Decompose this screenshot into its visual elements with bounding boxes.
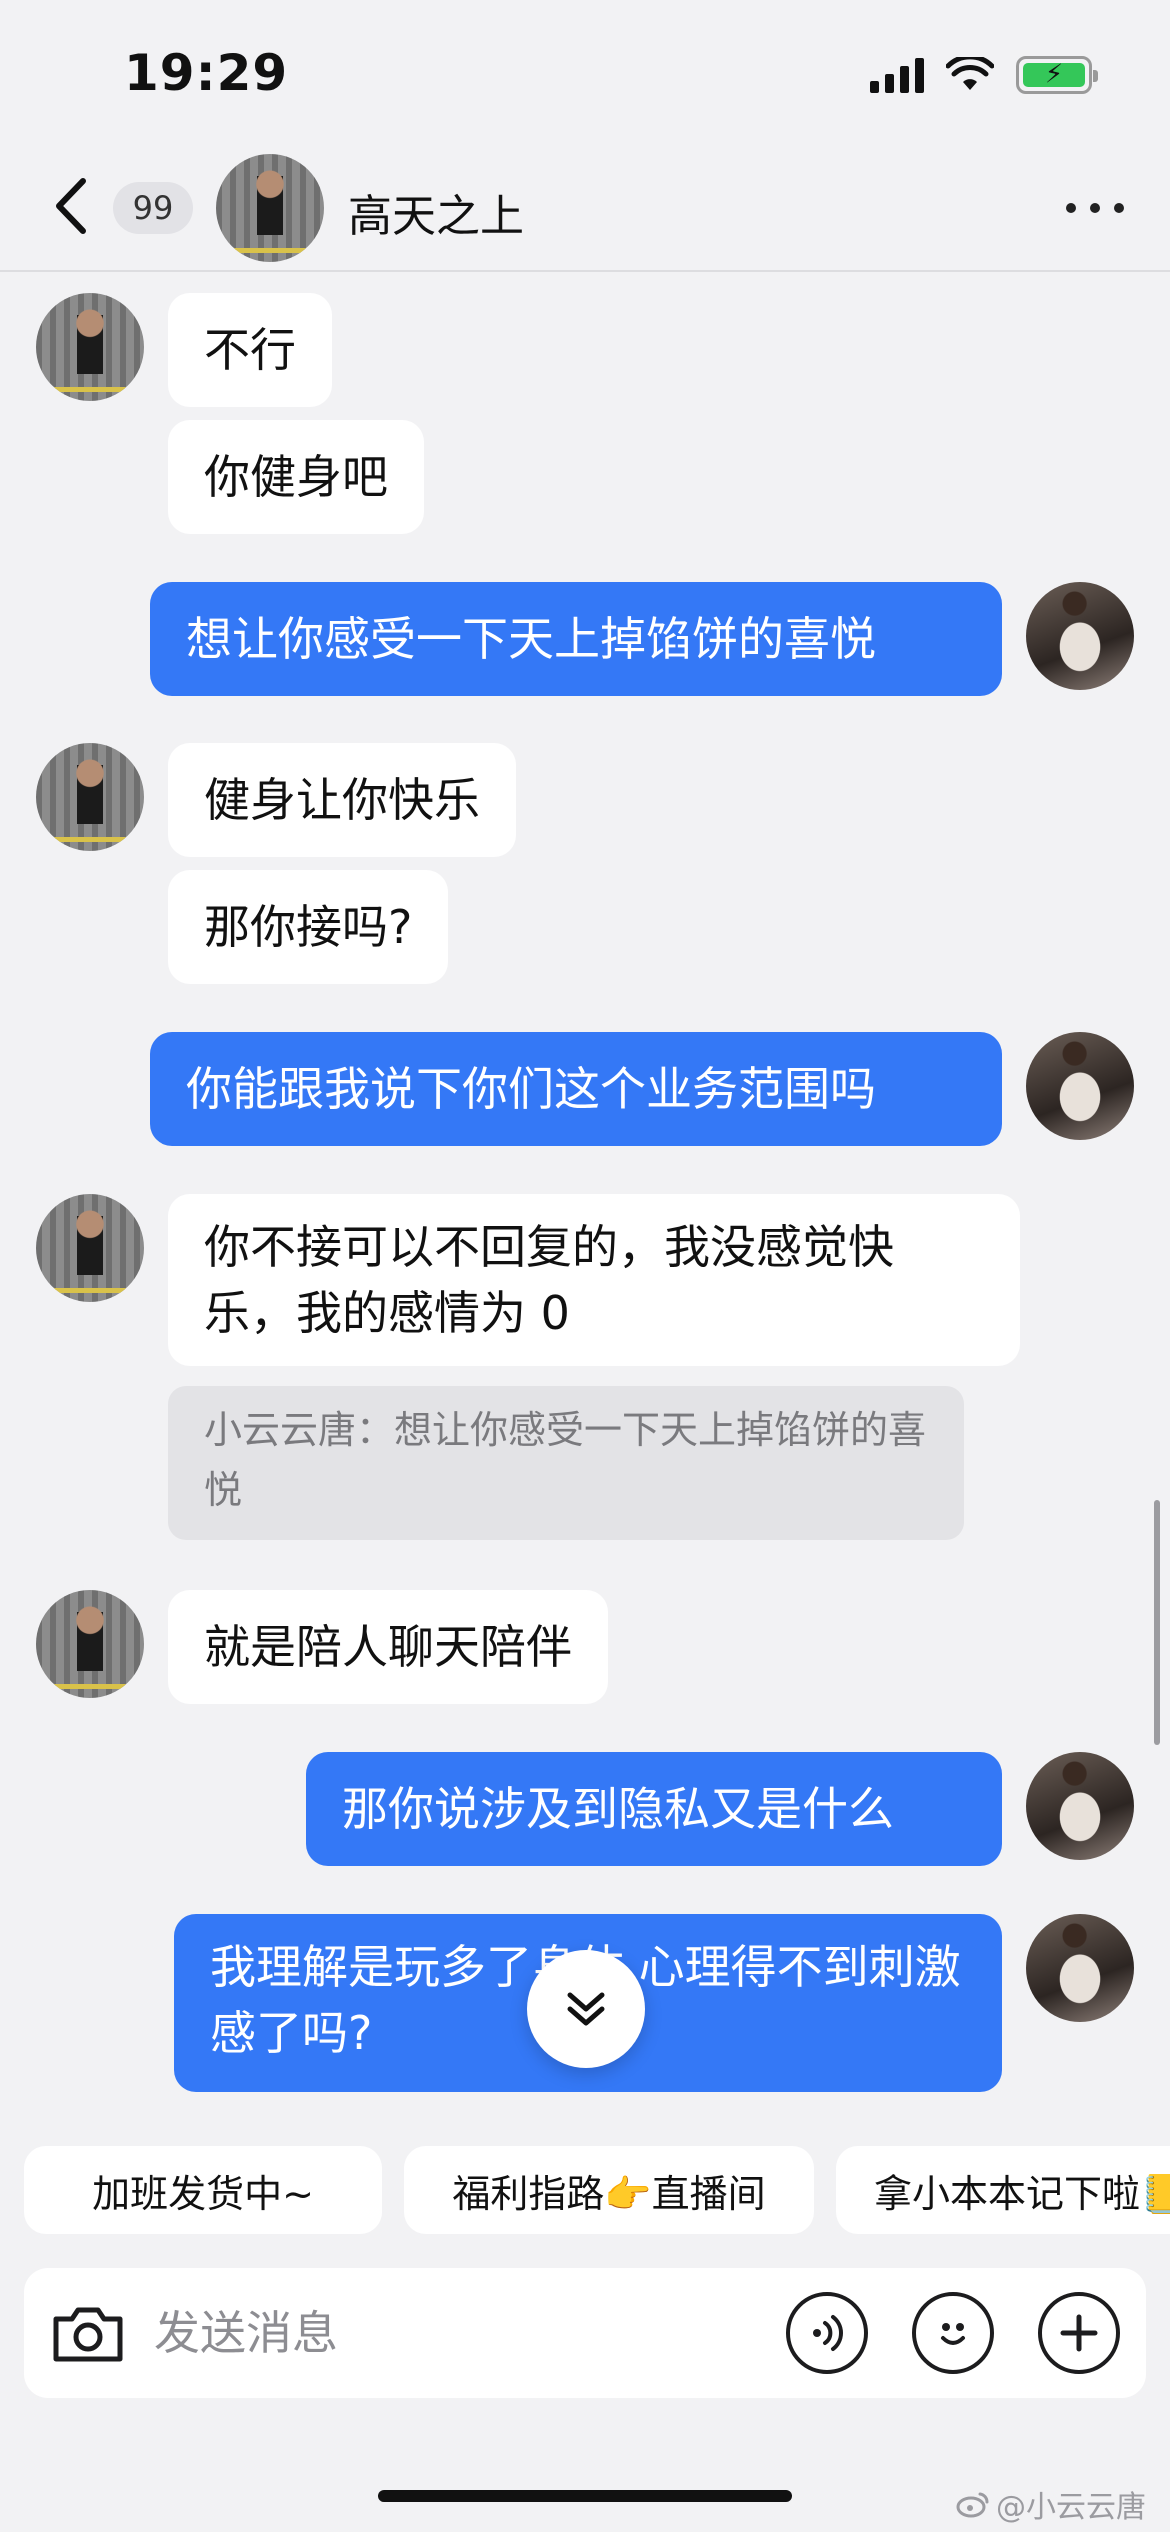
voice-button[interactable] <box>786 2292 868 2374</box>
more-actions-button[interactable] <box>1038 2292 1120 2374</box>
message-bubble-incoming[interactable]: 你不接可以不回复的，我没感觉快乐，我的感情为 0 <box>168 1194 1020 1366</box>
message-input[interactable] <box>154 2290 774 2376</box>
cellular-signal-icon <box>870 57 924 93</box>
quick-reply-chip[interactable]: 福利指路👉直播间 <box>404 2146 814 2234</box>
watermark: @小云云唐 <box>956 2482 1146 2526</box>
back-icon <box>56 178 86 234</box>
contact-name[interactable]: 高天之上 <box>348 180 524 244</box>
scroll-to-bottom-button[interactable] <box>527 1950 645 2068</box>
message-bubble-incoming[interactable]: 你健身吧 <box>168 420 424 534</box>
weibo-icon <box>956 2492 989 2518</box>
message-bubble-incoming[interactable]: 就是陪人聊天陪伴 <box>168 1590 608 1704</box>
quick-reply-row: 加班发货中~ 福利指路👉直播间 拿小本本记下啦📒 <box>0 2110 1170 2250</box>
message-bubble-incoming[interactable]: 不行 <box>168 293 332 407</box>
contact-avatar[interactable] <box>216 154 324 262</box>
camera-button[interactable] <box>48 2293 128 2373</box>
status-time: 19:29 <box>124 44 289 102</box>
contact-avatar[interactable] <box>36 743 144 851</box>
watermark-text: @小云云唐 <box>996 2490 1146 2525</box>
more-icon <box>1066 203 1076 213</box>
quoted-reply[interactable]: 小云云唐：想让你感受一下天上掉馅饼的喜悦 <box>168 1386 964 1540</box>
chat-header: 99 高天之上 <box>0 140 1170 272</box>
battery-icon: ⚡ <box>1016 56 1098 94</box>
self-avatar[interactable] <box>1026 582 1134 690</box>
quick-reply-chip[interactable]: 加班发货中~ <box>24 2146 382 2234</box>
camera-icon <box>53 2307 123 2362</box>
home-indicator[interactable] <box>378 2490 792 2502</box>
self-avatar[interactable] <box>1026 1032 1134 1140</box>
message-input-bar <box>24 2268 1146 2398</box>
more-options-button[interactable] <box>1060 188 1130 228</box>
back-button[interactable] <box>40 174 100 238</box>
unread-count-badge[interactable]: 99 <box>113 182 193 234</box>
contact-avatar[interactable] <box>36 293 144 401</box>
chevron-double-down-icon <box>567 1992 605 2026</box>
scrollbar[interactable] <box>1154 1500 1160 1745</box>
quick-reply-chip[interactable]: 拿小本本记下啦📒 <box>836 2146 1170 2234</box>
wifi-icon <box>946 57 994 90</box>
self-avatar[interactable] <box>1026 1752 1134 1860</box>
emoji-icon <box>941 2323 965 2345</box>
message-bubble-outgoing[interactable]: 你能跟我说下你们这个业务范围吗 <box>150 1032 1002 1146</box>
self-avatar[interactable] <box>1026 1914 1134 2022</box>
emoji-button[interactable] <box>912 2292 994 2374</box>
voice-icon <box>813 2315 843 2351</box>
plus-icon <box>1060 2314 1098 2352</box>
message-bubble-incoming[interactable]: 健身让你快乐 <box>168 743 516 857</box>
message-bubble-outgoing[interactable]: 那你说涉及到隐私又是什么 <box>306 1752 1002 1866</box>
status-icons: ⚡ <box>870 56 1098 94</box>
contact-avatar[interactable] <box>36 1590 144 1698</box>
contact-avatar[interactable] <box>36 1194 144 1302</box>
message-bubble-incoming[interactable]: 那你接吗? <box>168 870 449 984</box>
status-bar: 19:29 ⚡ <box>0 0 1170 140</box>
message-bubble-outgoing[interactable]: 想让你感受一下天上掉馅饼的喜悦 <box>150 582 1002 696</box>
